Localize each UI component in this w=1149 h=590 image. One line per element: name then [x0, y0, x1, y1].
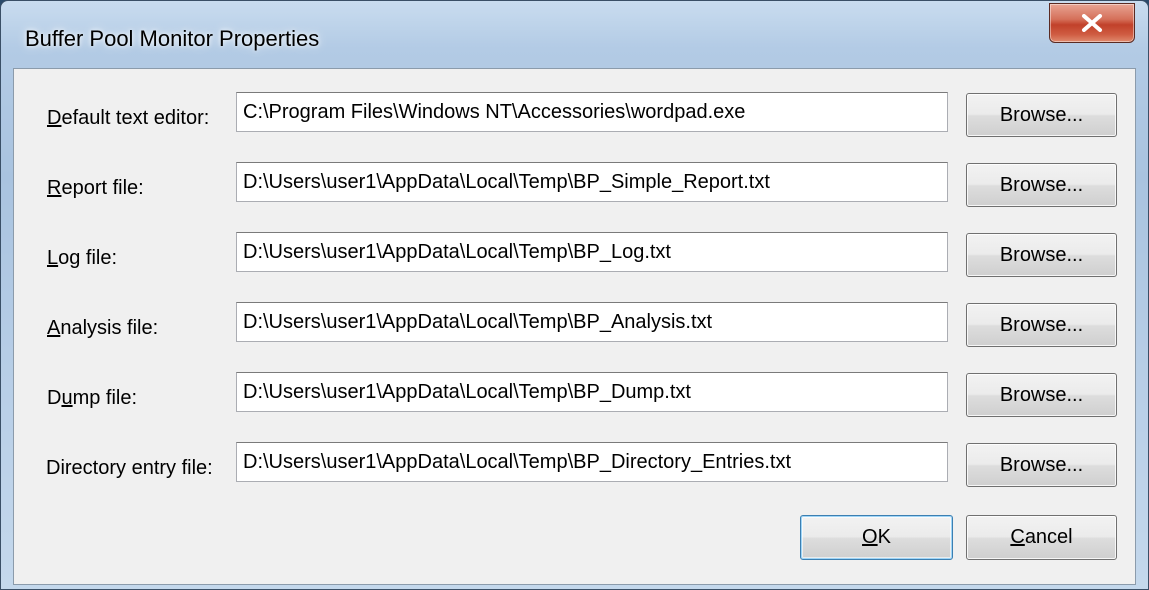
close-icon: [1082, 14, 1102, 32]
window-title: Buffer Pool Monitor Properties: [25, 26, 320, 51]
browse-dump-file-button[interactable]: Browse...: [966, 373, 1117, 417]
row-dump-file: Dump file: Browse...: [14, 372, 1135, 424]
report-file-field[interactable]: [236, 162, 948, 202]
row-analysis-file: Analysis file: Browse...: [14, 302, 1135, 354]
browse-analysis-file-button[interactable]: Browse...: [966, 303, 1117, 347]
dump-file-field[interactable]: [236, 372, 948, 412]
label-log-file: Log file:: [47, 247, 118, 269]
dialog-client-area: Default text editor: Browse... Report fi…: [13, 68, 1136, 585]
label-default-text-editor: Default text editor:: [47, 107, 210, 129]
dialog-window: Buffer Pool Monitor Properties Default t…: [0, 0, 1149, 590]
browse-default-text-editor-button[interactable]: Browse...: [966, 93, 1117, 137]
row-report-file: Report file: Browse...: [14, 162, 1135, 214]
title-bar[interactable]: Buffer Pool Monitor Properties: [1, 1, 1148, 77]
row-default-text-editor: Default text editor: Browse...: [14, 92, 1135, 144]
row-log-file: Log file: Browse...: [14, 232, 1135, 284]
label-report-file: Report file:: [47, 177, 144, 199]
log-file-field[interactable]: [236, 232, 948, 272]
browse-log-file-button[interactable]: Browse...: [966, 233, 1117, 277]
directory-entry-file-field[interactable]: [236, 442, 948, 482]
label-dump-file: Dump file:: [47, 387, 138, 409]
label-analysis-file: Analysis file:: [47, 317, 159, 339]
cancel-button[interactable]: Cancel: [966, 515, 1117, 560]
browse-directory-entry-file-button[interactable]: Browse...: [966, 443, 1117, 487]
analysis-file-field[interactable]: [236, 302, 948, 342]
label-directory-entry-file: Directory entry file:: [46, 457, 213, 479]
default-text-editor-field[interactable]: [236, 92, 948, 132]
browse-report-file-button[interactable]: Browse...: [966, 163, 1117, 207]
close-button[interactable]: [1049, 3, 1135, 43]
row-directory-entry-file: Directory entry file: Browse...: [14, 442, 1135, 494]
ok-button[interactable]: OK: [800, 515, 953, 560]
